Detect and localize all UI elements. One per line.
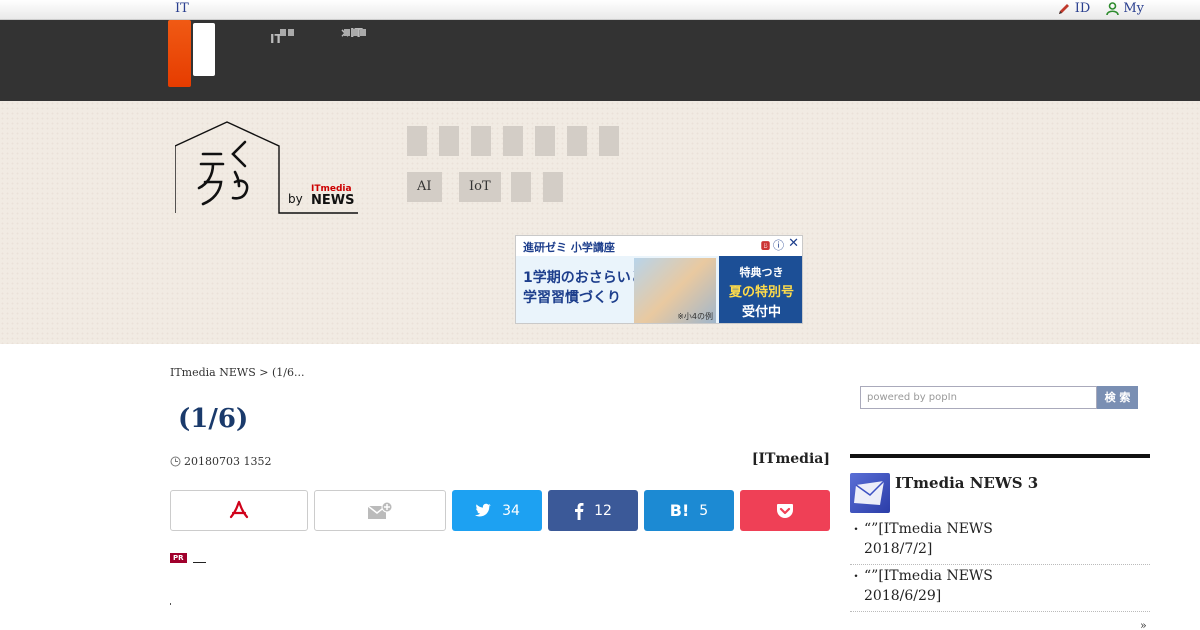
nav-glyph-2 <box>344 29 366 36</box>
category-tag[interactable] <box>599 126 619 156</box>
clock-icon <box>170 456 181 467</box>
pdf-icon <box>229 500 249 518</box>
facebook-share-button[interactable]: 12 <box>548 490 638 531</box>
search-input[interactable]: powered by popIn <box>860 386 1097 409</box>
ad-product-image: ※小4の例 <box>634 258 716 323</box>
ranking-item[interactable]: “”[ITmedia NEWS 2018/6/29] <box>850 566 1150 612</box>
body-text-start <box>170 603 171 605</box>
category-tag[interactable] <box>543 172 563 202</box>
ranking-item-line1: “”[ITmedia NEWS <box>864 568 993 584</box>
ad-close-icon[interactable]: ✕ <box>788 236 799 251</box>
ranking-item-line2: 2018/7/2] <box>864 541 933 557</box>
logo-brand-bottom: NEWS <box>311 193 354 208</box>
search-button[interactable]: 検 索 <box>1097 386 1138 409</box>
publish-date-text: 20180703 1352 <box>184 455 272 468</box>
pr-link[interactable]: PR <box>170 553 206 563</box>
facebook-icon <box>575 502 584 520</box>
sidebar-divider <box>850 454 1150 458</box>
ranking-item[interactable]: “”[ITmedia NEWS 2018/7/2] <box>850 519 1150 565</box>
pocket-icon <box>777 503 793 518</box>
pr-link-underline <box>192 561 206 563</box>
category-tag[interactable] <box>439 126 459 156</box>
category-tag[interactable] <box>511 172 531 202</box>
top-bar: IT ID My <box>0 0 1200 20</box>
twitter-share-count: 34 <box>502 502 520 519</box>
advertisement-banner[interactable]: 進研ゼミ 小学講座 🅱 ⓘ ✕ 1学期のおさらいと 学習習慣づくり ※小4の例 … <box>515 235 803 324</box>
ranking-title: ITmedia NEWS 3 <box>895 474 1039 492</box>
category-tag[interactable] <box>407 126 427 156</box>
ad-offer-line2: 夏の特別号 <box>728 285 794 300</box>
breadcrumb: ITmedia NEWS > (1/6... <box>170 366 304 379</box>
ranking-item-line1: “”[ITmedia NEWS <box>864 521 993 537</box>
ad-info-icon[interactable]: ⓘ <box>773 237 784 253</box>
hatena-share-count: 5 <box>699 502 709 519</box>
pencil-icon <box>1058 3 1069 14</box>
twitter-share-button[interactable]: 34 <box>452 490 542 531</box>
breadcrumb-separator: > <box>259 366 269 379</box>
ad-body: 1学期のおさらいと 学習習慣づくり ※小4の例 特典つき 夏の特別号 受付中 <box>516 256 802 323</box>
category-tag[interactable] <box>471 126 491 156</box>
category-tag-ai[interactable]: AI <box>407 172 442 202</box>
mail-subscribe-button[interactable] <box>314 490 446 531</box>
twitter-icon <box>475 503 492 517</box>
logo-by-text: by <box>288 192 303 206</box>
my-link-label: My <box>1123 1 1144 16</box>
newsletter-mail-icon <box>850 473 890 513</box>
breadcrumb-current: (1/6... <box>271 366 305 379</box>
pocket-button[interactable] <box>740 490 830 531</box>
site-logo-white[interactable] <box>193 23 215 76</box>
article-source: [ITmedia] <box>751 451 830 467</box>
ad-title: 進研ゼミ 小学講座 <box>523 241 615 254</box>
tech-kura-logo[interactable]: by ITmedia NEWS <box>175 120 365 215</box>
top-bar-right: ID My <box>1057 1 1144 16</box>
breadcrumb-home[interactable]: ITmedia NEWS <box>170 366 256 379</box>
site-search: powered by popIn 検 索 <box>860 386 1138 409</box>
pdf-button[interactable] <box>170 490 308 531</box>
category-tag[interactable] <box>503 126 523 156</box>
page-title: (1/6) <box>178 404 249 434</box>
user-icon <box>1106 1 1120 15</box>
ad-copy-line2: 学習習慣づくり <box>523 290 621 306</box>
ad-copy: 1学期のおさらいと 学習習慣づくり <box>523 268 645 308</box>
more-link[interactable]: » <box>1140 619 1147 630</box>
hatena-icon: B! <box>669 501 690 520</box>
site-logo-orange[interactable] <box>168 20 191 87</box>
id-link-label: ID <box>1074 1 1091 16</box>
pr-badge: PR <box>170 553 187 563</box>
ad-offer: 特典つき 夏の特別号 受付中 <box>719 256 802 323</box>
ad-image-caption: ※小4の例 <box>677 312 713 321</box>
ad-copy-line1: 1学期のおさらいと <box>523 270 645 286</box>
ad-brand-logo: 🅱 <box>760 242 770 252</box>
id-link[interactable]: ID <box>1057 1 1091 16</box>
mail-add-icon <box>367 501 393 519</box>
ad-offer-line3: 受付中 <box>741 305 781 320</box>
category-tag-iot[interactable]: IoT <box>459 172 501 202</box>
ranking-item-line2: 2018/6/29] <box>864 588 942 604</box>
publish-date: 20180703 1352 <box>170 455 271 468</box>
ad-offer-line1: 特典つき <box>739 266 784 279</box>
facebook-share-count: 12 <box>594 502 612 519</box>
top-link-it[interactable]: IT <box>175 1 189 16</box>
nav-glyph-1 <box>280 29 294 36</box>
hatena-bookmark-button[interactable]: B! 5 <box>644 490 734 531</box>
category-tag[interactable] <box>567 126 587 156</box>
category-tag[interactable] <box>535 126 555 156</box>
my-link[interactable]: My <box>1106 1 1144 16</box>
